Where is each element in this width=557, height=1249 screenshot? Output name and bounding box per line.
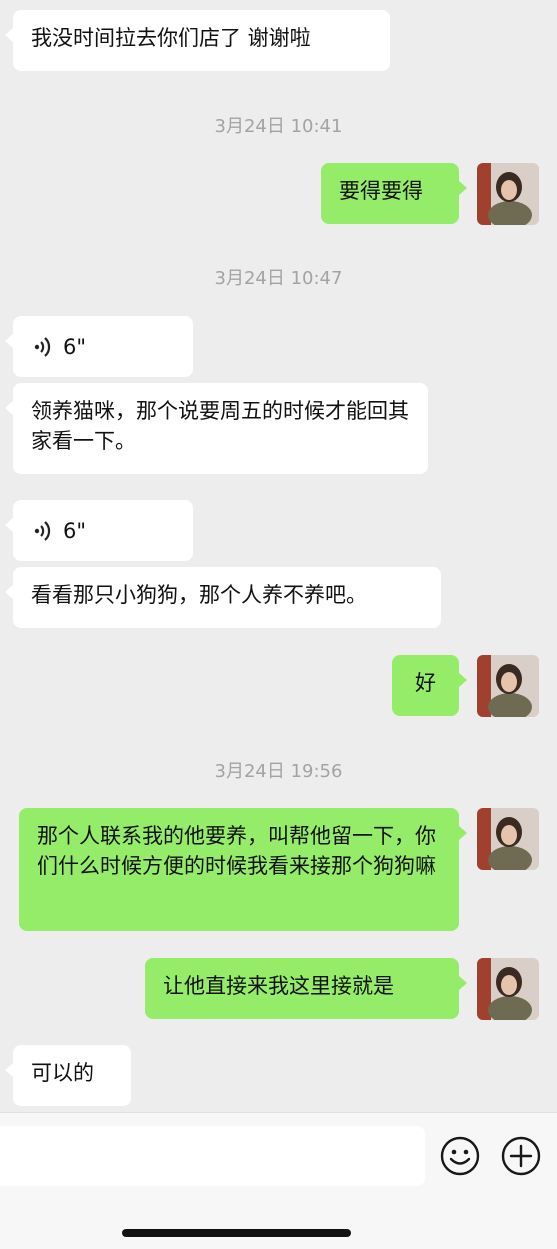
timestamp: 3月24日 10:47 (214, 268, 343, 289)
incoming-message[interactable]: 看看那只小狗狗，那个人养不养吧。 (5, 567, 441, 628)
message-text: 好 (415, 671, 436, 695)
outgoing-message[interactable]: 那个人联系我的他要养，叫帮他留一下，你们什么时候方便的时候我看来接那个狗狗嘛 (19, 808, 467, 931)
avatar-image (477, 655, 539, 717)
message-text: 那个人联系我的他要养，叫帮他留一下，你们什么时候方便的时候我看来接那个狗狗嘛 (37, 824, 436, 878)
chat-area[interactable]: 我没时间拉去你们店了 谢谢啦 3月24日 10:41 要得要得 3月24日 10… (0, 0, 557, 1112)
avatar[interactable] (477, 655, 539, 717)
avatar-image (477, 163, 539, 225)
incoming-message[interactable]: 领养猫咪，那个说要周五的时候才能回其家看一下。 (5, 383, 428, 474)
message-input[interactable] (0, 1126, 425, 1186)
message-text: 让他直接来我这里接就是 (163, 974, 394, 998)
voice-message[interactable]: 6" (5, 316, 193, 377)
emoji-icon[interactable] (440, 1136, 480, 1176)
voice-duration: 6" (63, 334, 87, 359)
avatar[interactable] (477, 958, 539, 1020)
message-text: 可以的 (31, 1061, 94, 1085)
voice-duration: 6" (63, 518, 87, 543)
voice-wave-icon (34, 336, 51, 357)
avatar-image (477, 808, 539, 870)
outgoing-message[interactable]: 要得要得 (321, 163, 467, 224)
voice-wave-icon (34, 520, 51, 541)
plus-icon[interactable] (501, 1136, 541, 1176)
incoming-message[interactable]: 可以的 (5, 1045, 131, 1106)
outgoing-message[interactable]: 好 (392, 655, 467, 716)
timestamp: 3月24日 19:56 (214, 761, 343, 782)
avatar[interactable] (477, 808, 539, 870)
voice-message[interactable]: 6" (5, 500, 193, 561)
message-text: 我没时间拉去你们店了 谢谢啦 (31, 26, 311, 50)
avatar-image (477, 958, 539, 1020)
message-text: 要得要得 (339, 179, 423, 203)
outgoing-message[interactable]: 让他直接来我这里接就是 (145, 958, 467, 1019)
incoming-message[interactable]: 我没时间拉去你们店了 谢谢啦 (5, 10, 390, 71)
home-indicator[interactable] (122, 1229, 351, 1237)
timestamp: 3月24日 10:41 (214, 116, 343, 137)
avatar[interactable] (477, 163, 539, 225)
message-text: 领养猫咪，那个说要周五的时候才能回其家看一下。 (31, 399, 409, 453)
message-text: 看看那只小狗狗，那个人养不养吧。 (31, 583, 367, 607)
